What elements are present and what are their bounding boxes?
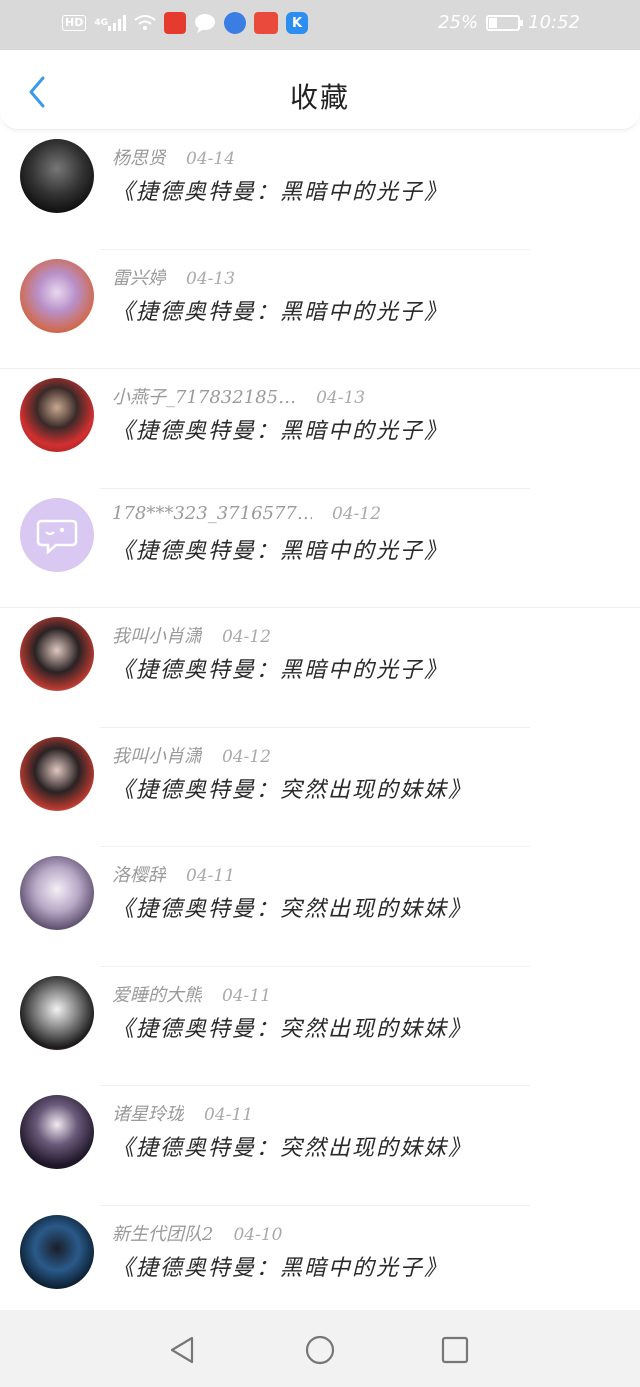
red-app-icon — [254, 12, 278, 34]
user-name: 诸星玲珑 — [112, 1104, 184, 1125]
kugou-app-icon: K — [286, 12, 308, 34]
navigation-bar — [0, 1310, 640, 1387]
video-title: 《捷德奥特曼：黑暗中的光子》 — [112, 658, 449, 683]
list-item[interactable]: 爱睡的大熊 04-11 《捷德奥特曼：突然出现的妹妹》 — [0, 967, 640, 1086]
battery-fill — [489, 17, 497, 28]
date: 04-11 — [204, 1105, 254, 1125]
video-title: 《捷德奥特曼：黑暗中的光子》 — [112, 299, 449, 325]
avatar — [20, 139, 94, 213]
default-avatar-icon — [36, 519, 78, 555]
avatar — [20, 497, 94, 572]
network-type-label: 4G — [94, 18, 108, 28]
battery-icon — [486, 14, 524, 31]
avatar — [20, 1214, 94, 1289]
wifi-icon — [134, 15, 156, 31]
user-name: 我叫小肖潇 — [112, 745, 202, 767]
avatar — [20, 617, 94, 691]
music-app-icon — [224, 12, 246, 34]
avatar — [20, 975, 94, 1050]
video-title: 《捷德奥特曼：突然出现的妹妹》 — [112, 1016, 473, 1042]
status-icons-left: HD 4G K — [62, 12, 308, 34]
list-item[interactable]: 我叫小肖潇 04-12 《捷德奥特曼：突然出现的妹妹》 — [0, 728, 640, 847]
date: 04-11 — [222, 985, 272, 1006]
list-item[interactable]: 洛樱辞 04-11 《捷德奥特曼：突然出现的妹妹》 — [0, 847, 640, 967]
battery-percent: 25% — [438, 12, 479, 33]
video-title: 《捷德奥特曼：黑暗中的光子》 — [112, 180, 449, 205]
date: 04-13 — [186, 268, 236, 289]
chat-bubble-icon — [194, 13, 216, 33]
list-item[interactable]: 小燕子_717832185… 04-13 《捷德奥特曼：黑暗中的光子》 — [0, 369, 640, 489]
hd-icon: HD — [62, 15, 87, 31]
nav-home-button[interactable] — [300, 1330, 340, 1370]
date: 04-11 — [186, 866, 236, 886]
video-title: 《捷德奥特曼：突然出现的妹妹》 — [112, 897, 473, 922]
user-name: 爱睡的大熊 — [112, 984, 202, 1006]
video-title: 《捷德奥特曼：黑暗中的光子》 — [112, 1255, 449, 1281]
nav-back-button[interactable] — [162, 1330, 202, 1370]
status-icons-right: 25% 10:52 — [438, 12, 580, 33]
avatar — [20, 1095, 94, 1169]
user-name: 178***323_3716577… — [112, 502, 312, 524]
user-name: 杨思贤 — [112, 148, 166, 169]
nav-recents-button[interactable] — [435, 1330, 475, 1370]
date: 04-10 — [233, 1224, 283, 1245]
clock: 10:52 — [528, 12, 580, 33]
list-item[interactable]: 新生代团队2 04-10 《捷德奥特曼：黑暗中的光子》 — [0, 1206, 640, 1326]
user-name: 我叫小肖潇 — [112, 626, 202, 647]
user-name: 洛樱辞 — [112, 865, 166, 886]
header: 收藏 — [0, 50, 640, 130]
circle-home-icon — [305, 1335, 335, 1365]
avatar — [20, 856, 94, 930]
status-bar: HD 4G K 25% 10:52 — [0, 0, 640, 50]
avatar — [20, 378, 94, 452]
date: 04-13 — [316, 388, 366, 408]
square-recents-icon — [441, 1336, 469, 1364]
list-item[interactable]: 我叫小肖潇 04-12 《捷德奥特曼：黑暗中的光子》 — [0, 608, 640, 728]
date: 04-14 — [186, 149, 236, 169]
list-item[interactable]: 诸星玲珑 04-11 《捷德奥特曼：突然出现的妹妹》 — [0, 1086, 640, 1206]
user-name: 新生代团队2 — [112, 1223, 214, 1245]
video-title: 《捷德奥特曼：突然出现的妹妹》 — [112, 1136, 473, 1161]
triangle-back-icon — [170, 1336, 194, 1364]
user-name: 小燕子_717832185… — [112, 387, 297, 408]
video-title: 《捷德奥特曼：突然出现的妹妹》 — [112, 777, 473, 803]
date: 04-12 — [222, 746, 272, 767]
signal-icon: 4G — [94, 15, 126, 31]
video-title: 《捷德奥特曼：黑暗中的光子》 — [112, 419, 449, 444]
avatar — [20, 736, 94, 811]
video-title: 《捷德奥特曼：黑暗中的光子》 — [112, 538, 449, 564]
date: 04-12 — [332, 503, 382, 524]
ting-app-icon — [164, 12, 186, 34]
list-item[interactable]: 雷兴婷 04-13 《捷德奥特曼：黑暗中的光子》 — [0, 250, 640, 369]
page-title: 收藏 — [289, 81, 350, 114]
list-item[interactable]: 178***323_3716577… 04-12 《捷德奥特曼：黑暗中的光子》 — [0, 489, 640, 608]
user-name: 雷兴婷 — [112, 267, 166, 289]
avatar — [20, 258, 94, 333]
favorites-list: 杨思贤 04-14 《捷德奥特曼：黑暗中的光子》 雷兴婷 04-13 《捷德奥特曼：… — [0, 130, 640, 1325]
date: 04-12 — [222, 627, 272, 647]
list-item[interactable]: 杨思贤 04-14 《捷德奥特曼：黑暗中的光子》 — [0, 130, 640, 250]
